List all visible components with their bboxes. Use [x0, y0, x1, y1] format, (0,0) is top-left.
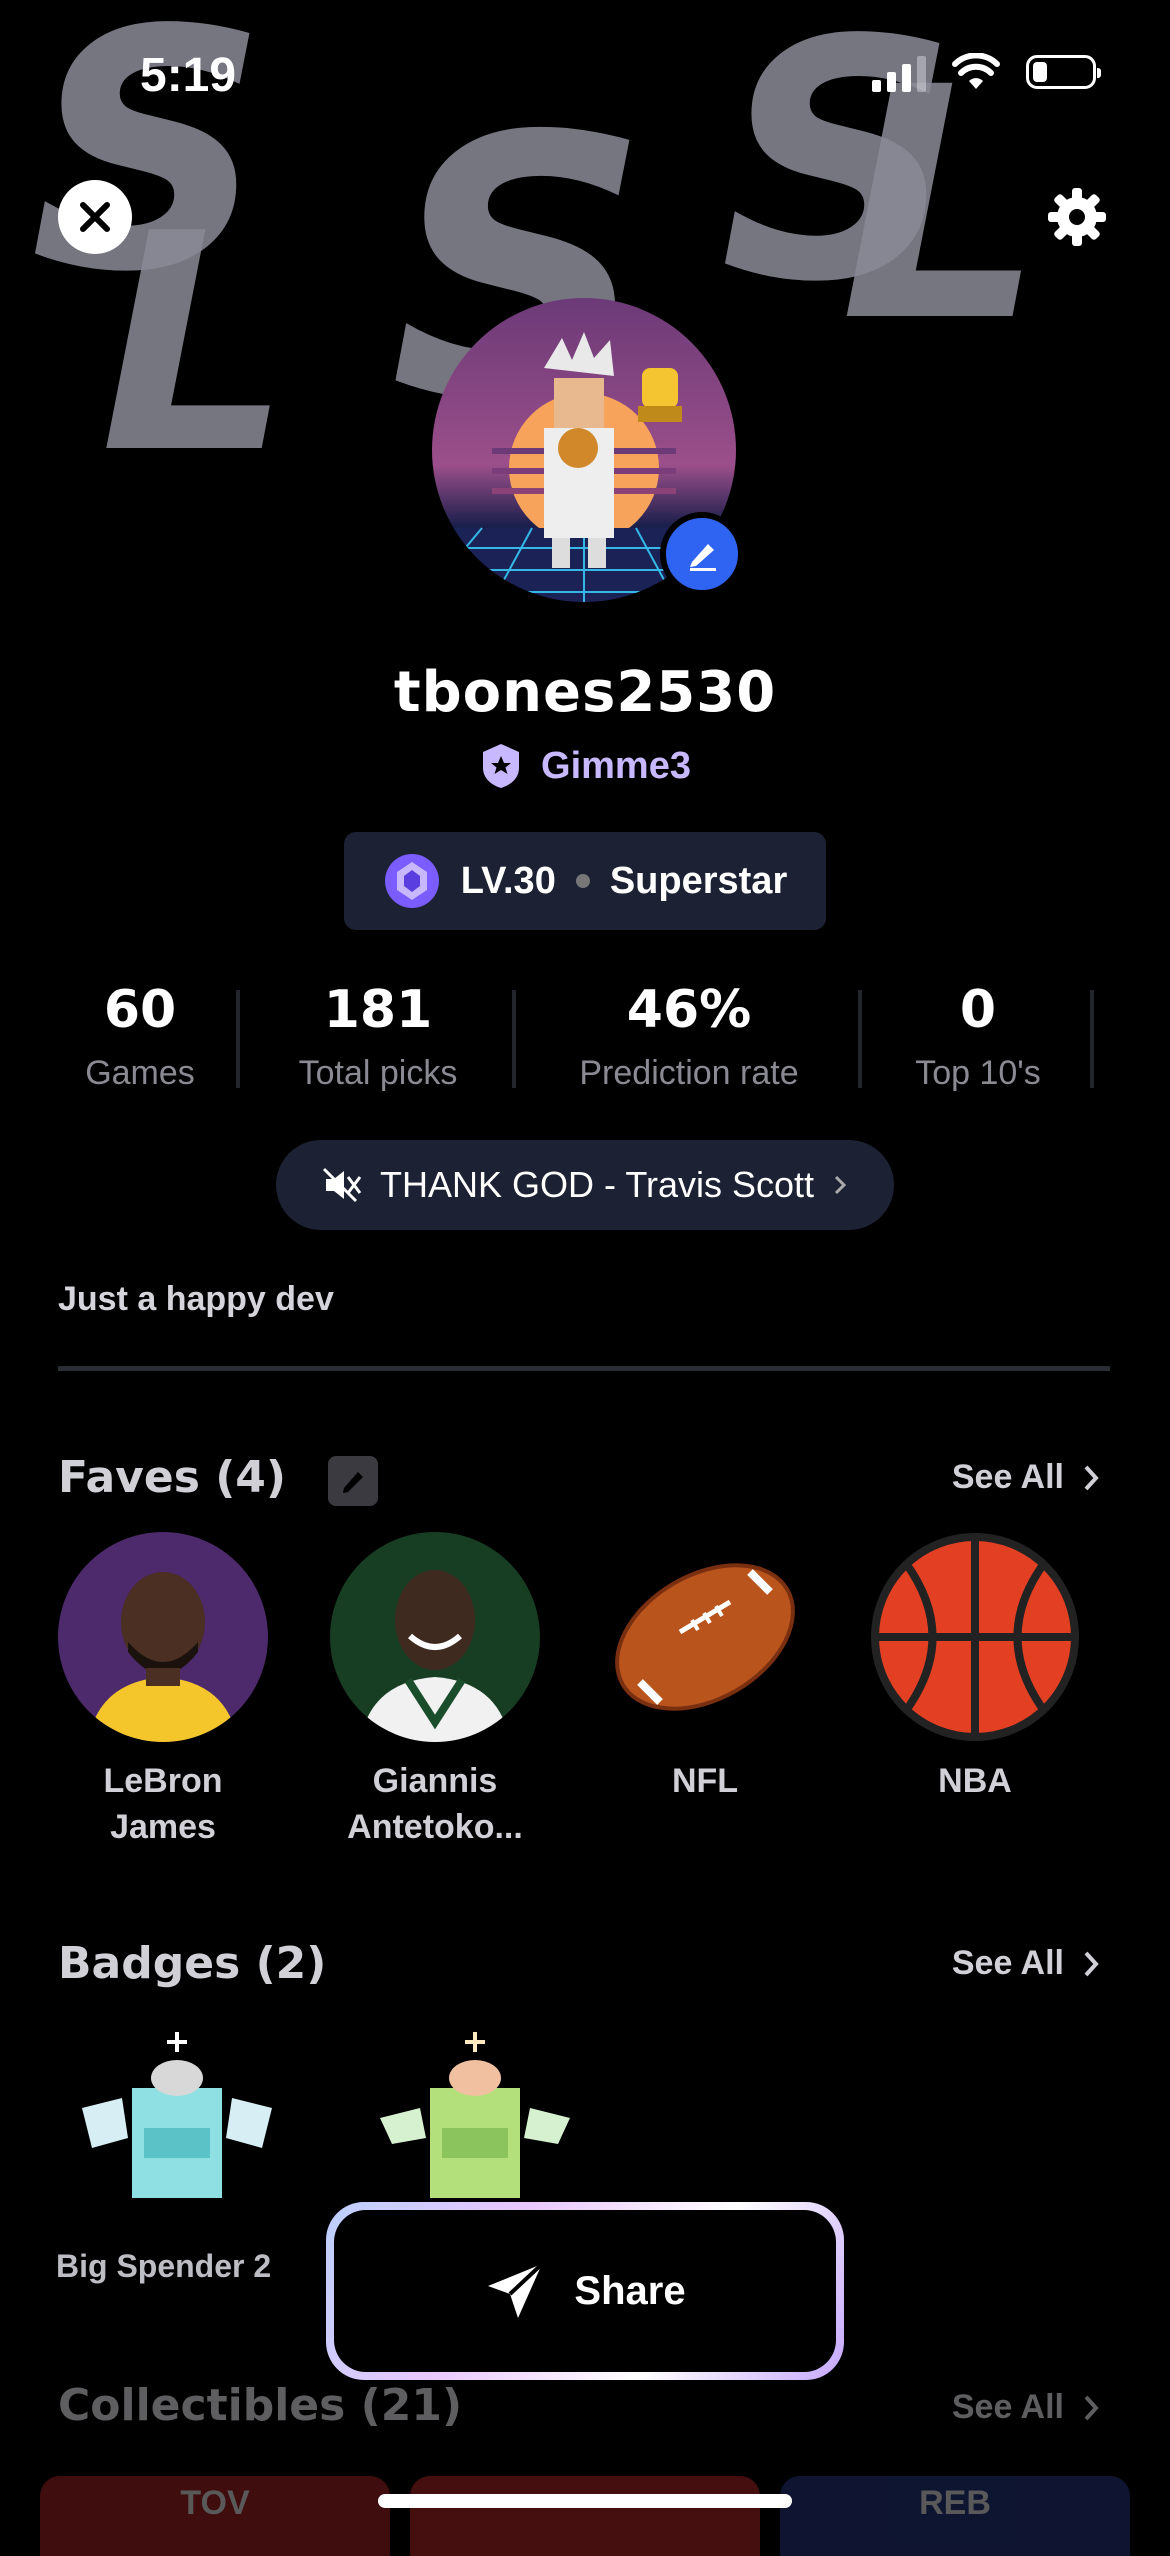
status-time: 5:19 — [140, 49, 237, 102]
chevron-right-icon — [1084, 2395, 1099, 2420]
chevron-right-icon — [834, 1175, 847, 1195]
fave-item[interactable]: NFL — [600, 1532, 810, 1804]
faves-see-all[interactable]: See All — [952, 1458, 1100, 1497]
edit-faves-button[interactable] — [328, 1456, 378, 1506]
badges-title: Badges (2) — [58, 1938, 327, 1989]
badge-item[interactable] — [72, 2028, 282, 2208]
fave-name: NFL — [671, 1762, 739, 1800]
player-photo — [330, 1532, 540, 1742]
collectibles-title: Collectibles (21) — [58, 2380, 463, 2431]
faves-title: Faves (4) — [58, 1452, 287, 1503]
share-label: Share — [574, 2268, 686, 2313]
fave-name: NBA — [938, 1762, 1012, 1800]
status-icons — [872, 52, 1101, 92]
football-icon — [600, 1532, 810, 1742]
fave-name: LeBron James — [103, 1762, 223, 1846]
level-label: LV.30 — [460, 859, 556, 902]
fave-item[interactable]: Giannis Antetoko... — [330, 1532, 540, 1850]
stat-total-picks: 181 Total picks — [240, 980, 516, 1093]
basketball-icon — [870, 1532, 1080, 1742]
cellular-signal-icon — [872, 52, 926, 92]
stat-label: Prediction rate — [579, 1054, 799, 1092]
collectible-card[interactable] — [410, 2476, 760, 2556]
collectible-card[interactable]: REB — [780, 2476, 1130, 2556]
mute-icon — [322, 1167, 362, 1203]
gear-icon — [1048, 188, 1106, 246]
battery-icon — [1026, 55, 1101, 89]
see-all-label: See All — [951, 2388, 1064, 2426]
rank-label: Superstar — [609, 859, 788, 902]
stat-divider — [1090, 990, 1094, 1088]
collectibles-row: TOV REB — [40, 2476, 1130, 2556]
close-icon — [80, 202, 110, 232]
send-icon — [488, 2262, 544, 2318]
home-indicator — [378, 2494, 792, 2508]
fave-item[interactable]: LeBron James — [58, 1532, 268, 1850]
stat-prediction-rate: 46% Prediction rate — [516, 980, 862, 1093]
settings-button[interactable] — [1040, 180, 1114, 254]
pencil-icon — [690, 544, 716, 571]
team-name: Gimme3 — [541, 744, 691, 787]
badge-item[interactable] — [370, 2028, 580, 2208]
see-all-label: See All — [951, 1944, 1064, 1982]
edit-avatar-button[interactable] — [660, 512, 744, 596]
fave-name: Giannis Antetoko... — [347, 1762, 523, 1846]
stat-label: Total picks — [298, 1054, 458, 1092]
stat-value: 60 — [103, 980, 177, 1040]
player-photo — [58, 1532, 268, 1742]
share-button[interactable]: Share — [334, 2210, 836, 2372]
close-button[interactable] — [58, 180, 132, 254]
pencil-icon — [343, 1472, 363, 1493]
level-pill[interactable]: LV.30 Superstar — [344, 832, 826, 930]
fave-item[interactable]: NBA — [870, 1532, 1080, 1804]
stat-top-10s: 0 Top 10's — [862, 980, 1094, 1093]
badge-name: Big Spender 2 — [56, 2248, 272, 2284]
badges-see-all[interactable]: See All — [952, 1944, 1100, 1983]
gem-icon — [384, 854, 439, 908]
chevron-right-icon — [1084, 1465, 1099, 1490]
share-button-frame: Share — [326, 2202, 844, 2380]
collectibles-see-all[interactable]: See All — [952, 2388, 1100, 2427]
song-title: THANK GOD - Travis Scott — [379, 1164, 815, 1205]
stat-games: 60 Games — [40, 980, 240, 1093]
username: tbones2530 — [393, 660, 777, 725]
stat-value: 46% — [626, 980, 752, 1040]
divider — [58, 1366, 1110, 1371]
separator-dot — [575, 874, 590, 888]
stats-row: 60 Games 181 Total picks 46% Prediction … — [40, 980, 1130, 1093]
stat-value: 0 — [959, 980, 997, 1040]
shield-star-icon — [483, 744, 520, 788]
profile-song-button[interactable]: THANK GOD - Travis Scott — [276, 1140, 894, 1230]
bio: Just a happy dev — [58, 1280, 334, 1318]
team-link[interactable]: Gimme3 — [0, 742, 1170, 790]
collectible-card[interactable]: TOV — [40, 2476, 390, 2556]
chevron-right-icon — [1084, 1951, 1099, 1976]
stat-value: 181 — [323, 980, 433, 1040]
winged-badge-icon — [380, 2032, 570, 2198]
stat-label: Games — [85, 1054, 195, 1092]
winged-badge-icon — [82, 2032, 272, 2198]
see-all-label: See All — [951, 1458, 1064, 1496]
wifi-icon — [952, 53, 1000, 89]
stat-label: Top 10's — [915, 1054, 1041, 1092]
